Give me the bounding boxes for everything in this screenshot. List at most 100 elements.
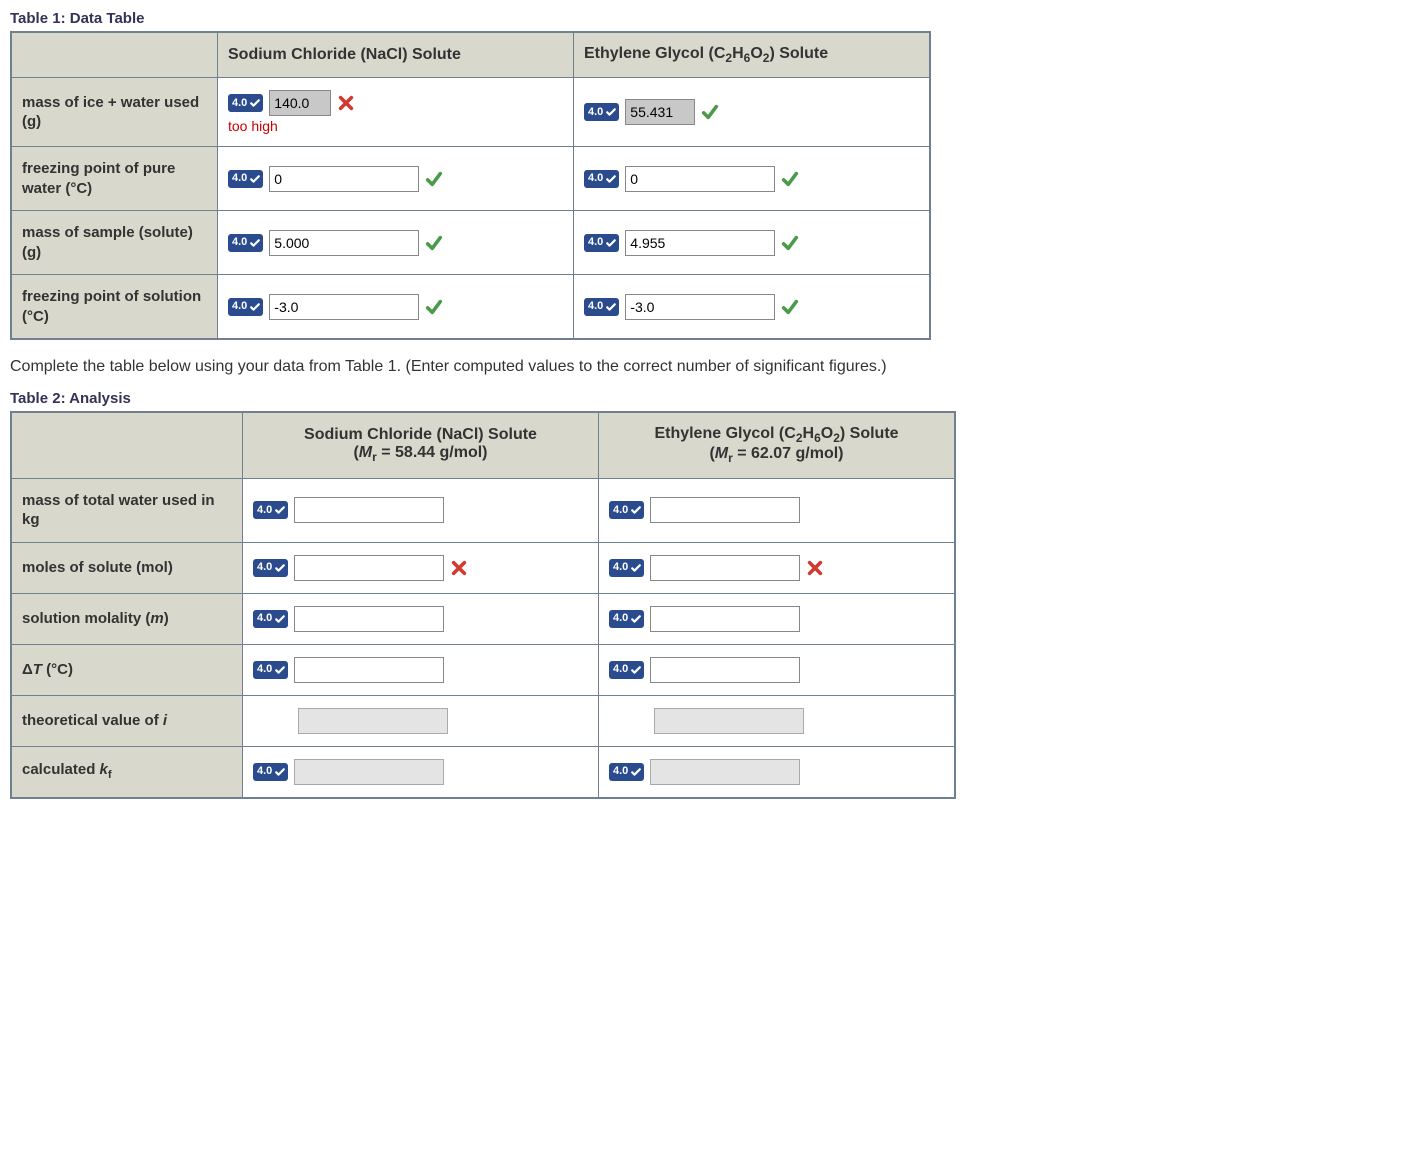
table2-title: Table 2: Analysis [10, 390, 1400, 407]
check-icon [274, 504, 286, 516]
check-icon [425, 234, 443, 252]
points-badge: 4.0 [228, 234, 263, 252]
t1-r2-c1-input[interactable] [269, 166, 419, 192]
points-badge: 4.0 [609, 501, 644, 519]
t2-r2-c2: 4.0 [599, 542, 956, 593]
t2-r6-c1: 4.0 [243, 746, 599, 798]
t2-r5-c2 [599, 695, 956, 746]
check-icon [630, 664, 642, 676]
instruction-text: Complete the table below using your data… [10, 358, 1400, 376]
check-icon [274, 562, 286, 574]
t2-r4-c2: 4.0 [599, 644, 956, 695]
points-badge: 4.0 [609, 661, 644, 679]
t1-r2-c1: 4.0 [218, 147, 574, 211]
check-icon [630, 766, 642, 778]
points-badge: 4.0 [584, 298, 619, 316]
t2-r5-c2-input[interactable] [654, 708, 804, 734]
t1-r2-c2-input[interactable] [625, 166, 775, 192]
check-icon [781, 298, 799, 316]
points-badge: 4.0 [228, 94, 263, 112]
t1-r1-c1: 4.0 too high [218, 78, 574, 147]
check-icon [249, 301, 261, 313]
table2-col2-header: Ethylene Glycol (C2H6O2) Solute (Mr = 62… [599, 412, 956, 478]
t1-r3-label: mass of sample (solute) (g) [11, 211, 218, 275]
t2-r1-label: mass of total water used in kg [11, 478, 243, 542]
t1-r2-label: freezing point of pure water (°C) [11, 147, 218, 211]
t2-r5-c1-input[interactable] [298, 708, 448, 734]
table2-corner [11, 412, 243, 478]
t1-r1-label: mass of ice + water used (g) [11, 78, 218, 147]
table1-col1-header: Sodium Chloride (NaCl) Solute [218, 32, 574, 78]
check-icon [605, 301, 617, 313]
t2-r2-c1-input[interactable] [294, 555, 444, 581]
t2-r4-c2-input[interactable] [650, 657, 800, 683]
t2-r3-c2: 4.0 [599, 593, 956, 644]
t2-r1-c2: 4.0 [599, 478, 956, 542]
t2-r2-c2-input[interactable] [650, 555, 800, 581]
check-icon [425, 298, 443, 316]
t1-r1-c2: 4.0 [574, 78, 931, 147]
t2-r1-c2-input[interactable] [650, 497, 800, 523]
check-icon [630, 613, 642, 625]
t1-r3-c2: 4.0 [574, 211, 931, 275]
check-icon [274, 766, 286, 778]
points-badge: 4.0 [609, 763, 644, 781]
t1-r1-c1-input[interactable] [269, 90, 331, 116]
check-icon [605, 237, 617, 249]
table1-col2-header: Ethylene Glycol (C2H6O2) Solute [574, 32, 931, 78]
check-icon [249, 97, 261, 109]
cross-icon [450, 559, 468, 577]
points-badge: 4.0 [228, 170, 263, 188]
table1-title: Table 1: Data Table [10, 10, 1400, 27]
t2-r5-c1 [243, 695, 599, 746]
cross-icon [806, 559, 824, 577]
table1: Sodium Chloride (NaCl) Solute Ethylene G… [10, 31, 931, 340]
points-badge: 4.0 [253, 501, 288, 519]
check-icon [630, 504, 642, 516]
t2-r1-c1-input[interactable] [294, 497, 444, 523]
table2-col1-header: Sodium Chloride (NaCl) Solute (Mr = 58.4… [243, 412, 599, 478]
points-badge: 4.0 [253, 559, 288, 577]
t1-r4-c1-input[interactable] [269, 294, 419, 320]
t1-r1-c1-feedback: too high [228, 118, 278, 134]
check-icon [249, 237, 261, 249]
check-icon [781, 234, 799, 252]
t1-r3-c2-input[interactable] [625, 230, 775, 256]
points-badge: 4.0 [584, 234, 619, 252]
t1-r1-c2-input[interactable] [625, 99, 695, 125]
t2-r6-c2: 4.0 [599, 746, 956, 798]
t2-r3-c1: 4.0 [243, 593, 599, 644]
points-badge: 4.0 [584, 170, 619, 188]
t2-r3-c1-input[interactable] [294, 606, 444, 632]
cross-icon [337, 94, 355, 112]
t2-r5-label: theoretical value of i [11, 695, 243, 746]
t2-r4-c1: 4.0 [243, 644, 599, 695]
t2-r4-c1-input[interactable] [294, 657, 444, 683]
t2-r6-c1-input[interactable] [294, 759, 444, 785]
check-icon [630, 562, 642, 574]
t2-r3-label: solution molality (m) [11, 593, 243, 644]
check-icon [605, 106, 617, 118]
t1-r4-c1: 4.0 [218, 275, 574, 340]
points-badge: 4.0 [609, 559, 644, 577]
t2-r6-label: calculated kf [11, 746, 243, 798]
check-icon [781, 170, 799, 188]
t2-r1-c1: 4.0 [243, 478, 599, 542]
t1-r3-c1: 4.0 [218, 211, 574, 275]
points-badge: 4.0 [253, 610, 288, 628]
check-icon [605, 173, 617, 185]
check-icon [425, 170, 443, 188]
points-badge: 4.0 [253, 763, 288, 781]
t1-r2-c2: 4.0 [574, 147, 931, 211]
t1-r4-c2-input[interactable] [625, 294, 775, 320]
check-icon [274, 664, 286, 676]
t2-r3-c2-input[interactable] [650, 606, 800, 632]
t2-r4-label: ΔT (°C) [11, 644, 243, 695]
t1-r3-c1-input[interactable] [269, 230, 419, 256]
points-badge: 4.0 [584, 103, 619, 121]
check-icon [274, 613, 286, 625]
check-icon [701, 103, 719, 121]
points-badge: 4.0 [609, 610, 644, 628]
t1-r4-c2: 4.0 [574, 275, 931, 340]
t2-r6-c2-input[interactable] [650, 759, 800, 785]
